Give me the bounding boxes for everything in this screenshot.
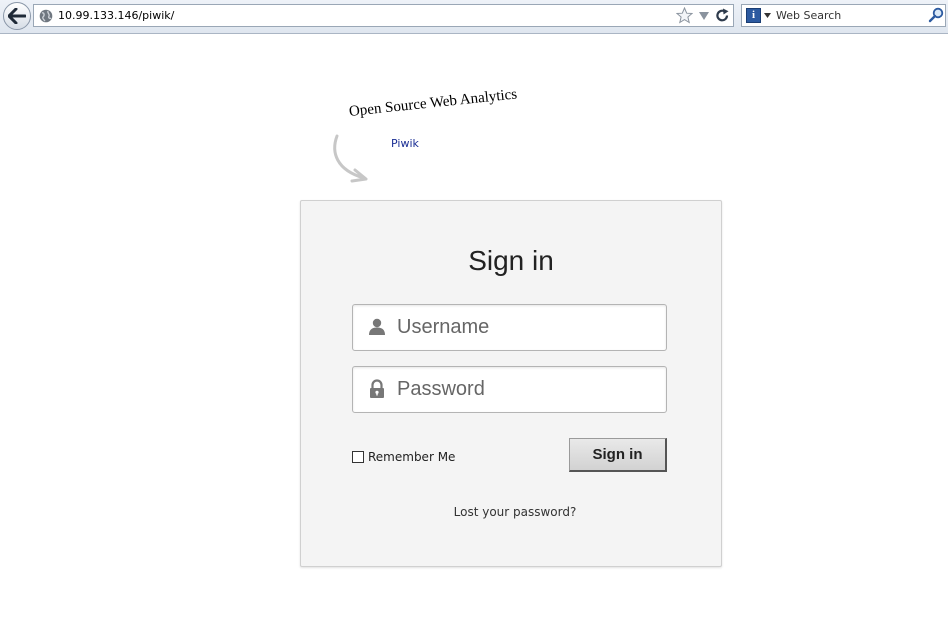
lost-password-link[interactable]: Lost your password?	[301, 505, 729, 519]
user-icon	[369, 318, 385, 335]
url-text[interactable]: 10.99.133.146/piwik/	[58, 9, 174, 22]
search-icon[interactable]	[928, 7, 944, 23]
web-search-input[interactable]	[776, 7, 916, 24]
search-engine-icon[interactable]: i	[746, 8, 761, 23]
engine-dropdown-icon[interactable]	[764, 13, 771, 18]
back-arrow-icon	[8, 8, 26, 24]
lock-icon	[370, 379, 384, 398]
browser-toolbar: 10.99.133.146/piwik/ i	[0, 0, 948, 34]
bookmark-star-icon[interactable]	[676, 7, 693, 24]
sign-in-button[interactable]: Sign in	[569, 438, 667, 472]
password-input[interactable]	[397, 376, 652, 402]
web-search-bar[interactable]: i	[741, 4, 946, 27]
password-field-container[interactable]	[352, 366, 667, 413]
remember-me-label[interactable]: Remember Me	[368, 450, 455, 464]
curved-arrow-icon	[333, 134, 368, 183]
address-bar[interactable]: 10.99.133.146/piwik/	[33, 4, 734, 27]
brand-logo-text[interactable]: Piwik	[391, 137, 419, 150]
username-field-container[interactable]	[352, 304, 667, 351]
globe-icon	[39, 9, 53, 23]
reload-icon[interactable]	[715, 8, 730, 23]
page-title: Sign in	[468, 245, 554, 276]
login-card: Sign in Remember Me Sign in Lost your pa…	[300, 200, 722, 567]
tagline: Open Source Web Analytics	[348, 86, 518, 121]
back-button[interactable]	[3, 2, 31, 30]
history-dropdown-icon[interactable]	[699, 12, 709, 20]
remember-me[interactable]: Remember Me	[352, 449, 455, 465]
username-input[interactable]	[397, 314, 652, 340]
remember-me-checkbox[interactable]	[352, 451, 364, 463]
